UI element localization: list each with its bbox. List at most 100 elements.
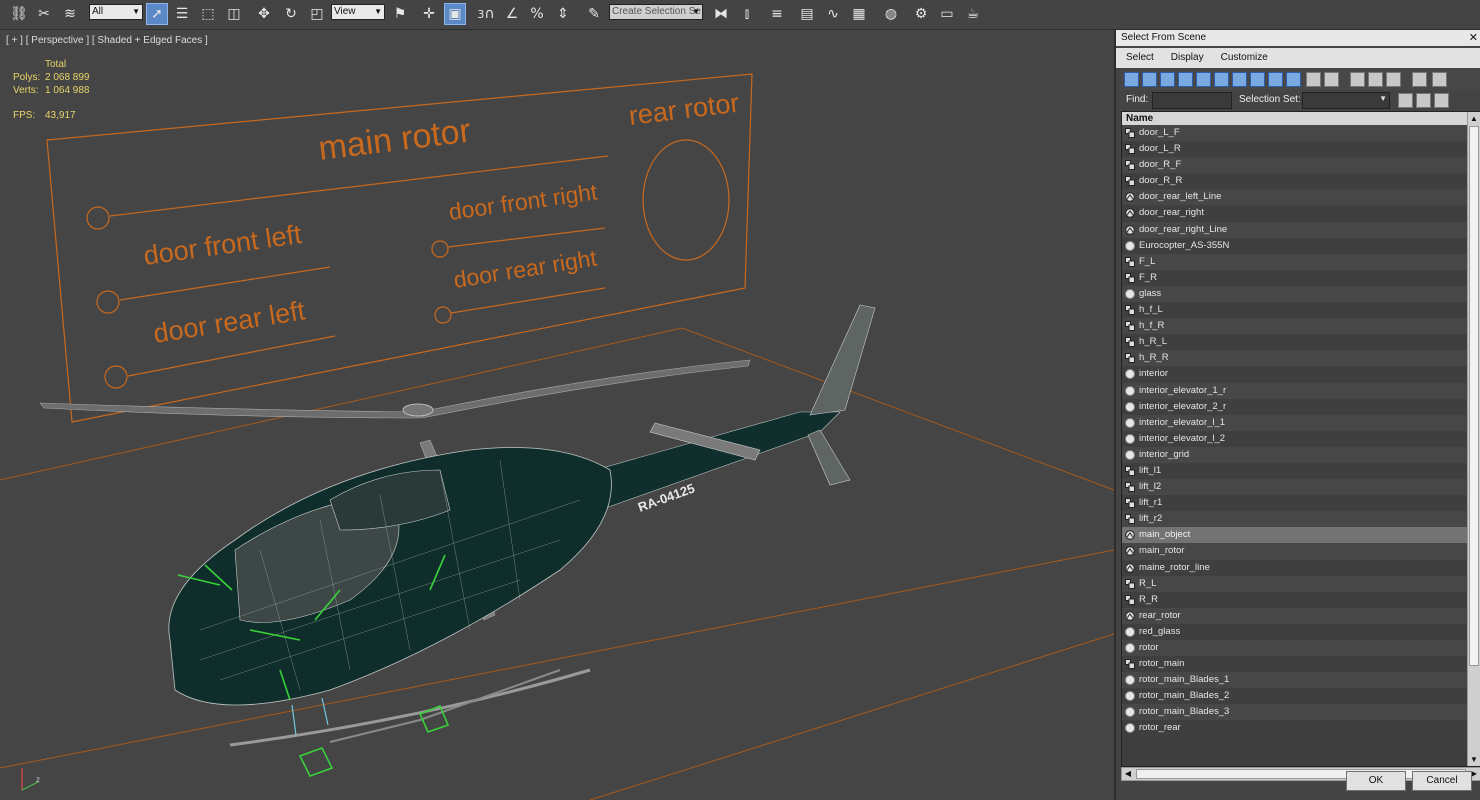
schematic-icon[interactable]: ▦ [848, 3, 870, 25]
menu-customize[interactable]: Customize [1211, 48, 1275, 68]
display-none-icon[interactable] [1368, 72, 1383, 87]
list-item[interactable]: rotor_main_Blades_2 [1122, 688, 1468, 705]
viewport-label[interactable]: [ + ] [ Perspective ] [ Shaded + Edged F… [6, 35, 208, 46]
display-invert-icon[interactable] [1386, 72, 1401, 87]
list-item[interactable]: maine_rotor_line [1122, 559, 1468, 576]
list-item[interactable]: door_R_R [1122, 173, 1468, 190]
find-input[interactable] [1152, 92, 1232, 109]
list-item[interactable]: main_rotor [1122, 543, 1468, 560]
graphite-icon[interactable]: ▤ [796, 3, 818, 25]
list-item[interactable]: rotor_main_Blades_3 [1122, 704, 1468, 721]
display-helpers-icon[interactable] [1196, 72, 1211, 87]
list-item[interactable]: red_glass [1122, 623, 1468, 640]
bind-spacewarp-icon[interactable]: ≋ [59, 3, 81, 25]
reference-coord-dropdown[interactable]: View ▼ [331, 4, 385, 20]
list-item[interactable]: R_R [1122, 591, 1468, 608]
display-cameras-icon[interactable] [1178, 72, 1193, 87]
menu-select[interactable]: Select [1116, 48, 1161, 68]
align-icon[interactable]: ⫾ [736, 3, 758, 25]
display-spacewarps-icon[interactable] [1214, 72, 1229, 87]
window-crossing-icon[interactable]: ◫ [223, 3, 245, 25]
list-item[interactable]: interior_grid [1122, 446, 1468, 463]
list-item[interactable]: interior_elevator_l_1 [1122, 414, 1468, 431]
selection-set-remove-icon[interactable] [1416, 93, 1431, 108]
scene-object-list[interactable]: Name door_L_F door_L_R door_R_F door_R_R doo… [1121, 111, 1480, 767]
display-lights-icon[interactable] [1160, 72, 1175, 87]
selection-set-add-icon[interactable] [1398, 93, 1413, 108]
close-icon[interactable]: ✕ [1469, 30, 1478, 46]
list-item[interactable]: door_L_R [1122, 141, 1468, 158]
selection-set-dropdown[interactable]: ▼ [1302, 92, 1390, 109]
dialog-title-bar[interactable]: Select From Scene ✕ [1116, 30, 1480, 46]
rotate-icon[interactable]: ↻ [280, 3, 302, 25]
list-item[interactable]: R_L [1122, 575, 1468, 592]
list-item[interactable]: door_rear_left_Line [1122, 189, 1468, 206]
keyboard-shortcut-icon[interactable]: ▣ [444, 3, 466, 25]
link-icon[interactable]: ⛓ [8, 3, 30, 25]
perspective-viewport[interactable]: main rotor rear rotor door front left do… [0, 30, 1114, 800]
list-item[interactable]: interior_elevator_l_2 [1122, 430, 1468, 447]
list-item[interactable]: door_rear_right_Line [1122, 221, 1468, 238]
move-icon[interactable]: ✥ [253, 3, 275, 25]
display-frozen-icon[interactable] [1306, 72, 1321, 87]
list-item[interactable]: h_R_R [1122, 350, 1468, 367]
list-item[interactable]: door_R_F [1122, 157, 1468, 174]
list-item[interactable]: lift_l1 [1122, 462, 1468, 480]
list-item[interactable]: interior [1122, 366, 1468, 383]
list-item[interactable]: lift_l2 [1122, 479, 1468, 496]
scale-icon[interactable]: ◰ [306, 3, 328, 25]
layer-icon[interactable]: ≡ [766, 3, 788, 25]
select-manipulate-icon[interactable]: ✛ [418, 3, 440, 25]
list-item[interactable]: main_object [1122, 527, 1468, 544]
angle-snap-icon[interactable]: ∠ [501, 3, 523, 25]
list-item[interactable]: h_f_R [1122, 318, 1468, 335]
display-shapes-icon[interactable] [1142, 72, 1157, 87]
pivot-icon[interactable]: ⚑ [389, 3, 411, 25]
display-xrefs-icon[interactable] [1250, 72, 1265, 87]
cancel-button[interactable]: Cancel [1412, 771, 1472, 791]
mirror-icon[interactable]: ⧓ [710, 3, 732, 25]
list-item[interactable]: rotor [1122, 640, 1468, 657]
list-item[interactable]: glass [1122, 285, 1468, 303]
list-item[interactable]: lift_r2 [1122, 511, 1468, 528]
list-item[interactable]: Eurocopter_AS-355N [1122, 237, 1468, 254]
menu-display[interactable]: Display [1161, 48, 1211, 68]
list-item[interactable]: h_f_L [1122, 302, 1468, 319]
list-item[interactable]: F_R [1122, 269, 1468, 286]
list-item[interactable]: F_L [1122, 253, 1468, 270]
ok-button[interactable]: OK [1346, 771, 1406, 791]
rect-region-icon[interactable]: ⬚ [197, 3, 219, 25]
list-item[interactable]: lift_r1 [1122, 495, 1468, 512]
display-hidden-icon[interactable] [1324, 72, 1339, 87]
display-groups-icon[interactable] [1232, 72, 1247, 87]
filter-options-icon[interactable] [1432, 72, 1447, 87]
display-geometry-icon[interactable] [1124, 72, 1139, 87]
curve-editor-icon[interactable]: ∿ [822, 3, 844, 25]
scroll-up-icon[interactable]: ▲ [1468, 112, 1480, 125]
list-item[interactable]: interior_elevator_1_r [1122, 382, 1468, 399]
display-bones-icon[interactable] [1268, 72, 1283, 87]
column-header-name[interactable]: Name [1122, 112, 1468, 125]
list-item[interactable]: rear_rotor [1122, 607, 1468, 624]
named-selection-sets-dropdown[interactable]: Create Selection Se ▼ [609, 4, 703, 20]
unlink-icon[interactable]: ✂ [33, 3, 55, 25]
selection-filter-dropdown[interactable]: All ▼ [89, 4, 143, 20]
list-item[interactable]: door_rear_right [1122, 205, 1468, 222]
vertical-scrollbar[interactable]: ▲ ▼ [1467, 112, 1480, 766]
material-editor-icon[interactable]: ◍ [880, 3, 902, 25]
vertical-scroll-thumb[interactable] [1469, 126, 1479, 666]
select-object-icon[interactable]: ➚ [146, 3, 168, 25]
percent-snap-icon[interactable]: % [526, 3, 548, 25]
list-item[interactable]: h_R_L [1122, 334, 1468, 351]
list-item[interactable]: interior_elevator_2_r [1122, 398, 1468, 415]
scroll-down-icon[interactable]: ▼ [1468, 753, 1480, 766]
list-item[interactable]: rotor_rear [1122, 720, 1468, 737]
render-frame-icon[interactable]: ▭ [936, 3, 958, 25]
render-icon[interactable]: ☕ [962, 3, 984, 25]
filter-icon[interactable] [1412, 72, 1427, 87]
scroll-left-icon[interactable]: ◀ [1122, 768, 1134, 780]
render-setup-icon[interactable]: ⚙ [910, 3, 932, 25]
list-item[interactable]: door_L_F [1122, 125, 1468, 142]
list-item[interactable]: rotor_main [1122, 656, 1468, 673]
spinner-snap-icon[interactable]: ⇕ [552, 3, 574, 25]
